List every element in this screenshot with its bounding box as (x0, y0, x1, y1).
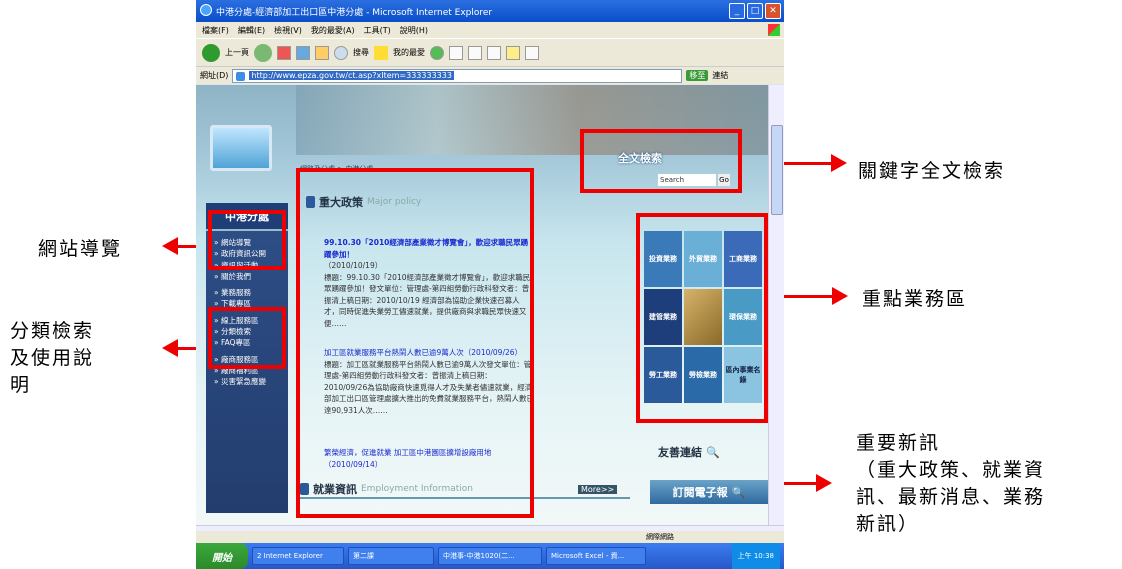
windows-logo-icon (768, 24, 780, 36)
arrow-fulltext-search (777, 154, 847, 172)
menu-help[interactable]: 說明(H) (400, 25, 428, 36)
folder-icon[interactable] (506, 45, 520, 60)
sidebar-item-services[interactable]: » 業務服務 (206, 287, 288, 298)
friendly-links-label: 友善連結 (658, 446, 702, 459)
annotation-line: （重大政策、就業資 (856, 459, 1046, 481)
search-button-label[interactable]: 搜尋 (353, 47, 369, 58)
vertical-scrollbar[interactable] (768, 85, 784, 525)
web-page: 網路及分處 > 中港分處 中港分處 » 網站導覽 » 政府資訊公開 » 資訊與活… (196, 85, 768, 525)
annotation-site-nav: 網站導覽 (38, 238, 123, 260)
title-bar: 中港分處-經濟部加工出口區中港分處 - Microsoft Internet E… (196, 0, 784, 22)
system-tray: 上午 10:38 (731, 543, 780, 569)
taskbar-item[interactable]: 2 Internet Explorer (252, 547, 344, 565)
clock: 上午 10:38 (737, 552, 774, 560)
arrow-key-services (778, 287, 848, 305)
start-button[interactable]: 開始 (196, 543, 248, 569)
annotation-line: 新訊） (856, 513, 920, 535)
messenger-icon[interactable] (525, 45, 539, 60)
taskbar-item[interactable]: 第二課 (348, 547, 434, 565)
stop-icon[interactable] (277, 45, 291, 60)
taskbar: 開始 2 Internet Explorer 第二課 中港事-中港1020(二.… (196, 543, 784, 569)
magnifier-icon: 🔍 (706, 445, 720, 459)
highlight-box-site-nav (208, 210, 286, 270)
annotation-key-services: 重點業務區 (862, 288, 968, 310)
minimize-button[interactable]: _ (729, 3, 745, 19)
print-icon[interactable] (468, 45, 482, 60)
annotation-line: 重要新訊 (856, 432, 941, 454)
annotation-category-search: 分類檢索 及使用說 明 (10, 318, 94, 399)
window-title: 中港分處-經濟部加工出口區中港分處 - Microsoft Internet E… (216, 7, 493, 18)
edit-icon[interactable] (487, 45, 501, 60)
maximize-button[interactable]: □ (747, 3, 763, 19)
status-bar: 網際網路 (196, 531, 784, 543)
epaper-subscribe[interactable]: 訂閱電子報 🔍 (650, 480, 768, 504)
menu-bar: 檔案(F) 編輯(E) 檢視(V) 我的最愛(A) 工具(T) 說明(H) (196, 22, 784, 38)
internet-zone-label: 網際網路 (646, 533, 674, 541)
highlight-box-news (296, 168, 534, 518)
ie-icon (200, 4, 212, 16)
back-icon[interactable] (202, 43, 220, 62)
epaper-label: 訂閱電子報 (672, 486, 728, 499)
monitor-logo (210, 125, 272, 171)
sidebar-item-label: 災害緊急應變 (220, 377, 266, 387)
favorites-button-label[interactable]: 我的最愛 (393, 47, 425, 58)
home-icon[interactable] (315, 45, 329, 60)
sidebar-item-label: 關於我們 (220, 271, 251, 281)
magnifier-icon: 🔍 (731, 485, 746, 499)
menu-file[interactable]: 檔案(F) (202, 25, 229, 36)
toolbar: 上一頁 搜尋 我的最愛 (196, 38, 784, 66)
sidebar-item-label: 業務服務 (220, 288, 251, 298)
forward-icon[interactable] (254, 43, 272, 62)
address-input[interactable]: http://www.epza.gov.tw/ct.asp?xItem=3333… (232, 68, 683, 83)
menu-tools[interactable]: 工具(T) (364, 25, 391, 36)
history-icon[interactable] (430, 45, 444, 60)
highlight-box-services (636, 213, 768, 423)
search-icon[interactable] (334, 45, 348, 60)
close-button[interactable]: ✕ (765, 3, 781, 19)
more-link[interactable]: More>> (578, 485, 618, 494)
address-bar: 網址(D) http://www.epza.gov.tw/ct.asp?xIte… (196, 66, 784, 84)
sidebar-item-about[interactable]: » 關於我們 (206, 271, 288, 282)
taskbar-item[interactable]: 中港事-中港1020(二... (438, 547, 542, 565)
scroll-thumb[interactable] (771, 125, 783, 215)
highlight-box-category (208, 307, 286, 369)
highlight-box-search (580, 129, 742, 193)
refresh-icon[interactable] (296, 45, 310, 60)
taskbar-item[interactable]: Microsoft Excel - 資... (546, 547, 646, 565)
links-label[interactable]: 連結 (712, 70, 728, 81)
sidebar-item-emergency[interactable]: » 災害緊急應變 (206, 376, 288, 387)
go-button[interactable]: 移至 (686, 70, 709, 81)
browser-window: 中港分處-經濟部加工出口區中港分處 - Microsoft Internet E… (196, 0, 784, 569)
annotation-line: 明 (10, 374, 32, 396)
menu-edit[interactable]: 編輯(E) (238, 25, 265, 36)
favorites-star-icon[interactable] (374, 45, 388, 60)
mail-icon[interactable] (449, 45, 463, 60)
annotation-line: 及使用說 (10, 347, 95, 369)
address-text: http://www.epza.gov.tw/ct.asp?xItem=3333… (249, 71, 454, 80)
friendly-links[interactable]: 友善連結 🔍 (658, 442, 768, 462)
back-button-label[interactable]: 上一頁 (225, 47, 249, 58)
address-label: 網址(D) (200, 71, 229, 80)
annotation-line: 分類檢索 (10, 320, 95, 342)
annotation-important-news: 重要新訊 （重大政策、就業資 訊、最新消息、業務 新訊） (856, 430, 1045, 538)
annotation-fulltext-search: 關鍵字全文檢索 (858, 160, 1006, 182)
menu-favorites[interactable]: 我的最愛(A) (311, 25, 355, 36)
menu-view[interactable]: 檢視(V) (274, 25, 302, 36)
annotation-line: 訊、最新消息、業務 (856, 486, 1046, 508)
